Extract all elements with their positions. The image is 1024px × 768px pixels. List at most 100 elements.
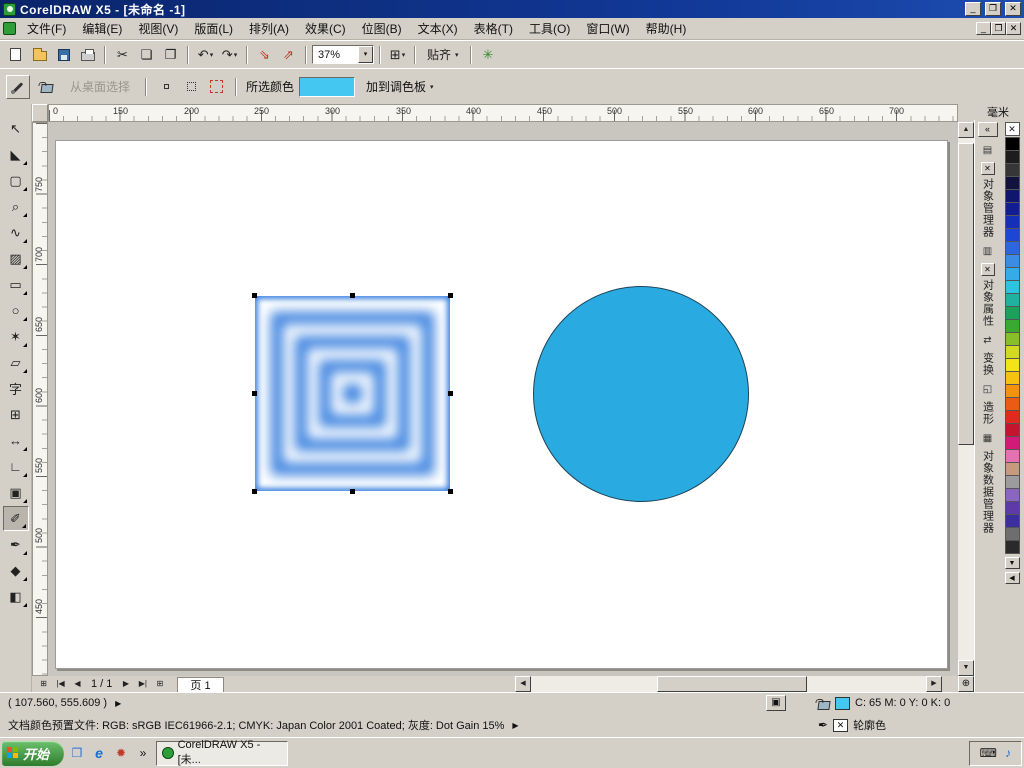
palette-color-swatch[interactable] bbox=[1004, 293, 1020, 307]
zoom-tool[interactable]: ⌕ bbox=[3, 194, 29, 219]
page-tab[interactable]: 页 1 bbox=[177, 676, 224, 692]
palette-color-swatch[interactable] bbox=[1004, 280, 1020, 294]
internet-explorer-icon[interactable]: e bbox=[90, 744, 108, 762]
color-eyedropper-tool[interactable]: ✐ bbox=[2, 506, 29, 531]
docker-tab-transformations[interactable]: ⇄ 变换 bbox=[980, 335, 996, 376]
scroll-left-button[interactable]: ◀ bbox=[515, 676, 531, 692]
vertical-ruler[interactable]: 750 700 650 600 550 500 450 bbox=[32, 122, 48, 676]
snap-caret[interactable]: ▾ bbox=[455, 51, 459, 59]
smart-fill-tool[interactable]: ▨ bbox=[3, 246, 29, 271]
sample-5x5-button[interactable] bbox=[206, 77, 226, 97]
quicklaunch-overflow-chevron[interactable]: » bbox=[134, 744, 152, 762]
ellipse-tool[interactable]: ○ bbox=[3, 298, 29, 323]
input-method-icon[interactable]: ⌨ bbox=[980, 746, 997, 760]
menu-bitmaps[interactable]: 位图(B) bbox=[354, 17, 410, 40]
selection-handle[interactable] bbox=[252, 293, 257, 298]
undo-dropdown-caret[interactable]: ▾ bbox=[210, 51, 214, 59]
menu-tools[interactable]: 工具(O) bbox=[521, 17, 578, 40]
next-page-button[interactable]: ▶ bbox=[118, 677, 133, 691]
palette-color-swatch[interactable] bbox=[1004, 215, 1020, 229]
menu-help[interactable]: 帮助(H) bbox=[638, 17, 695, 40]
menu-layout[interactable]: 版面(L) bbox=[186, 17, 241, 40]
zoom-level-combo[interactable]: 37% ▾ bbox=[312, 45, 374, 64]
palette-color-swatch[interactable] bbox=[1004, 267, 1020, 281]
cut-button[interactable]: ✂ bbox=[111, 44, 134, 66]
docker-tab-object-data[interactable]: ▦ 对象数据管理器 bbox=[980, 433, 996, 534]
scroll-right-button[interactable]: ▶ bbox=[926, 676, 942, 692]
table-tool[interactable]: ⊞ bbox=[3, 402, 29, 427]
sample-2x2-button[interactable] bbox=[181, 77, 201, 97]
palette-color-swatch[interactable] bbox=[1004, 540, 1020, 554]
coreldraw-task-button[interactable]: CorelDRAW X5 - [未... bbox=[156, 739, 288, 766]
palette-color-swatch[interactable] bbox=[1004, 137, 1020, 151]
document-page[interactable] bbox=[55, 140, 948, 669]
show-desktop-icon[interactable]: ❒ bbox=[68, 744, 86, 762]
menu-edit[interactable]: 编辑(E) bbox=[74, 17, 130, 40]
application-launcher-button[interactable]: ⊞ ▾ bbox=[386, 44, 409, 66]
palette-color-swatch[interactable] bbox=[1004, 371, 1020, 385]
vertical-scroll-thumb[interactable] bbox=[958, 143, 974, 445]
freehand-tool[interactable]: ∿ bbox=[3, 220, 29, 245]
doc-minimize-button[interactable]: _ bbox=[976, 22, 991, 35]
zoom-dropdown-caret[interactable]: ▾ bbox=[358, 46, 373, 63]
selection-handle[interactable] bbox=[448, 293, 453, 298]
add-to-palette-caret[interactable]: ▾ bbox=[430, 83, 434, 91]
palette-color-swatch[interactable] bbox=[1004, 254, 1020, 268]
import-button[interactable]: ⇘ bbox=[253, 44, 276, 66]
docker-close-button[interactable]: ✕ bbox=[980, 263, 995, 276]
open-button[interactable] bbox=[28, 44, 51, 66]
palette-color-swatch[interactable] bbox=[1004, 228, 1020, 242]
palette-color-swatch[interactable] bbox=[1004, 449, 1020, 463]
minimize-button[interactable]: _ bbox=[965, 2, 981, 16]
palette-color-swatch[interactable] bbox=[1004, 189, 1020, 203]
palette-color-swatch[interactable] bbox=[1004, 436, 1020, 450]
selection-handle[interactable] bbox=[448, 489, 453, 494]
palette-color-swatch[interactable] bbox=[1004, 488, 1020, 502]
palette-color-swatch[interactable] bbox=[1004, 423, 1020, 437]
palette-color-swatch[interactable] bbox=[1004, 410, 1020, 424]
palette-color-swatch[interactable] bbox=[1004, 306, 1020, 320]
add-to-palette-button[interactable]: 加到调色板 ▾ bbox=[360, 75, 440, 98]
status-more-arrow[interactable]: ▶ bbox=[115, 699, 121, 708]
shape-tool[interactable]: ◣ bbox=[3, 142, 29, 167]
palette-color-swatch[interactable] bbox=[1004, 475, 1020, 489]
docker-tab-object-properties[interactable]: ▥ ✕ 对象属性 bbox=[980, 246, 996, 327]
outline-pen-tool[interactable]: ✒ bbox=[3, 532, 29, 557]
palette-color-swatch[interactable] bbox=[1004, 163, 1020, 177]
interactive-fill-tool[interactable]: ◧ bbox=[3, 584, 29, 609]
selection-handle[interactable] bbox=[252, 391, 257, 396]
docker-close-button[interactable]: ✕ bbox=[980, 162, 995, 175]
selection-handle[interactable] bbox=[448, 391, 453, 396]
cyan-circle-shape[interactable] bbox=[533, 286, 749, 502]
palette-color-swatch[interactable] bbox=[1004, 358, 1020, 372]
basic-shapes-tool[interactable]: ▱ bbox=[3, 350, 29, 375]
launcher-caret[interactable]: ▾ bbox=[402, 51, 406, 59]
paste-button[interactable]: ❐ bbox=[159, 44, 182, 66]
export-button[interactable]: ⇗ bbox=[277, 44, 300, 66]
save-button[interactable] bbox=[52, 44, 75, 66]
restore-button[interactable]: ❐ bbox=[985, 2, 1001, 16]
close-button[interactable]: ✕ bbox=[1005, 2, 1021, 16]
menu-view[interactable]: 视图(V) bbox=[130, 17, 186, 40]
selection-handle[interactable] bbox=[252, 489, 257, 494]
text-tool[interactable]: 字 bbox=[3, 376, 29, 401]
palette-color-swatch[interactable] bbox=[1004, 527, 1020, 541]
scroll-down-button[interactable]: ▼ bbox=[958, 660, 974, 676]
polygon-tool[interactable]: ✶ bbox=[3, 324, 29, 349]
options-button[interactable]: ✳ bbox=[477, 44, 500, 66]
palette-color-swatch[interactable] bbox=[1004, 384, 1020, 398]
doc-restore-button[interactable]: ❐ bbox=[991, 22, 1006, 35]
no-color-swatch[interactable]: ✕ bbox=[1004, 122, 1020, 136]
doc-close-button[interactable]: ✕ bbox=[1006, 22, 1021, 35]
previous-page-button[interactable]: ◀ bbox=[70, 677, 85, 691]
vertical-scrollbar[interactable]: ▲ ▼ bbox=[958, 122, 974, 676]
palette-color-swatch[interactable] bbox=[1004, 176, 1020, 190]
selected-color-swatch[interactable] bbox=[299, 76, 356, 97]
status-tool-button[interactable]: ▣ bbox=[766, 695, 786, 711]
menu-text[interactable]: 文本(X) bbox=[410, 17, 466, 40]
copy-button[interactable]: ❏ bbox=[135, 44, 158, 66]
palette-color-swatch[interactable] bbox=[1004, 397, 1020, 411]
new-button[interactable] bbox=[4, 44, 27, 66]
add-page-button[interactable]: ⊞ bbox=[36, 677, 51, 691]
fill-color-swatch[interactable] bbox=[835, 696, 850, 710]
